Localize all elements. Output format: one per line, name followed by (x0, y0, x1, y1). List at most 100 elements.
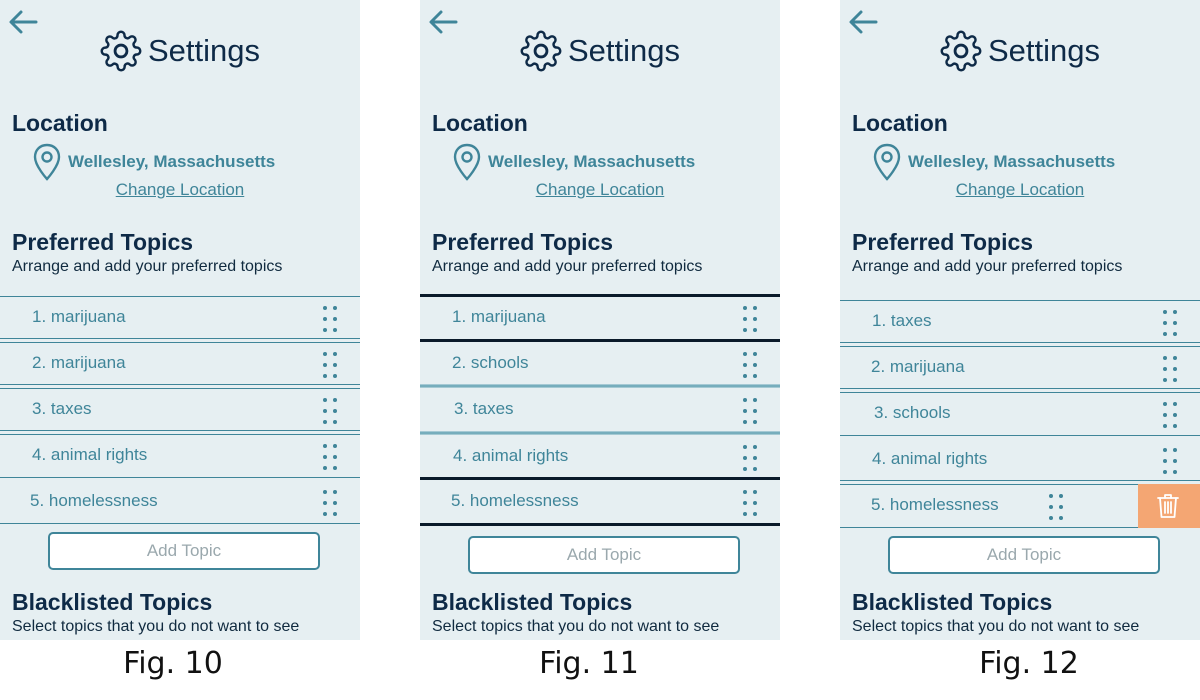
change-location-link[interactable]: Change Location (840, 180, 1200, 200)
divider (840, 435, 1200, 436)
blacklisted-topics-subtitle: Select topics that you do not want to se… (12, 618, 300, 635)
divider (420, 477, 780, 480)
drag-handle-icon[interactable] (1162, 447, 1178, 475)
preferred-topics-subtitle: Arrange and add your preferred topics (12, 258, 283, 275)
drag-handle-icon[interactable] (742, 444, 758, 472)
divider (0, 523, 360, 524)
drop-indicator (420, 384, 780, 388)
topic-label: 1. taxes (872, 311, 932, 330)
gear-icon (940, 30, 982, 72)
page-title: Settings (147, 33, 260, 68)
topic-row[interactable]: 3. taxes (0, 389, 360, 429)
gear-icon (100, 30, 142, 72)
trash-icon (1157, 494, 1179, 518)
divider (840, 388, 1200, 389)
drag-handle-icon[interactable] (1162, 309, 1178, 337)
topic-row[interactable]: 5. homelessness (0, 481, 360, 521)
location-pin-icon (873, 143, 901, 181)
divider (0, 338, 360, 339)
location-pin-icon (33, 143, 61, 181)
divider (840, 342, 1200, 343)
drag-handle-icon[interactable] (1048, 493, 1064, 521)
blacklisted-topics-subtitle: Select topics that you do not want to se… (432, 618, 720, 635)
topic-label: 4. animal rights (453, 446, 569, 465)
add-topic-button[interactable]: Add Topic (48, 532, 320, 570)
topic-label: 3. taxes (32, 399, 92, 418)
topic-label: 5. homelessness (871, 495, 999, 514)
change-location-link[interactable]: Change Location (0, 180, 360, 200)
drag-handle-icon[interactable] (1162, 401, 1178, 429)
topic-row[interactable]: 1. marijuana (0, 297, 360, 337)
topic-row[interactable]: 4. animal rights (840, 439, 1200, 479)
location-city: Wellesley, Massachusetts (68, 152, 276, 171)
location-heading: Location (12, 110, 108, 136)
figure-caption: Fig. 11 (539, 646, 639, 681)
location-heading: Location (852, 110, 948, 136)
topic-label: 2. marijuana (871, 357, 965, 376)
topic-row[interactable]: 5. homelessness (420, 481, 780, 521)
location-city: Wellesley, Massachusetts (488, 152, 696, 171)
page-title: Settings (987, 33, 1100, 68)
divider (840, 527, 1138, 528)
preferred-topics-subtitle: Arrange and add your preferred topics (852, 258, 1123, 275)
topic-label: 2. marijuana (32, 353, 126, 372)
delete-topic-button[interactable] (1138, 484, 1200, 528)
topic-label: 3. taxes (454, 399, 514, 418)
drag-handle-icon[interactable] (322, 351, 338, 379)
blacklisted-topics-heading: Blacklisted Topics (432, 589, 633, 615)
topic-row-dragging[interactable]: 3. taxes (420, 389, 780, 429)
preferred-topics-subtitle: Arrange and add your preferred topics (432, 258, 703, 275)
topic-label: 3. schools (874, 403, 951, 422)
preferred-topics-heading: Preferred Topics (12, 229, 194, 255)
page-header: Settings (420, 28, 780, 74)
topic-row[interactable]: 2. marijuana (0, 343, 360, 383)
divider (0, 430, 360, 431)
topic-row[interactable]: 1. taxes (840, 301, 1200, 341)
change-location-link[interactable]: Change Location (420, 180, 780, 200)
divider (0, 477, 360, 478)
preferred-topics-heading: Preferred Topics (432, 229, 614, 255)
drag-handle-icon[interactable] (742, 351, 758, 379)
drag-handle-icon[interactable] (322, 305, 338, 333)
divider (840, 480, 1200, 481)
blacklisted-topics-subtitle: Select topics that you do not want to se… (852, 618, 1140, 635)
topic-row[interactable]: 4. animal rights (420, 436, 780, 476)
topic-label: 5. homelessness (451, 491, 579, 510)
preferred-topics-heading: Preferred Topics (852, 229, 1034, 255)
topic-row[interactable]: 3. schools (840, 393, 1200, 433)
drag-handle-icon[interactable] (322, 397, 338, 425)
add-topic-button[interactable]: Add Topic (888, 536, 1160, 574)
divider (0, 384, 360, 385)
topic-row[interactable]: 4. animal rights (0, 435, 360, 475)
drag-handle-icon[interactable] (322, 489, 338, 517)
topic-row[interactable]: 2. marijuana (840, 347, 1200, 387)
topic-label: 1. marijuana (32, 307, 126, 326)
location-row: Wellesley, Massachusetts (872, 143, 1115, 181)
topic-label: 1. marijuana (452, 307, 546, 326)
figure-caption: Fig. 10 (123, 646, 223, 681)
page-header: Settings (0, 28, 360, 74)
location-row: Wellesley, Massachusetts (32, 143, 275, 181)
settings-screen-fig10: Settings Location Wellesley, Massachuset… (0, 0, 360, 640)
drag-handle-icon[interactable] (322, 443, 338, 471)
page-header: Settings (840, 28, 1200, 74)
drop-indicator (420, 431, 780, 435)
divider (420, 523, 780, 526)
location-pin-icon (453, 143, 481, 181)
divider (420, 339, 780, 342)
blacklisted-topics-heading: Blacklisted Topics (12, 589, 213, 615)
topic-row[interactable]: 1. marijuana (420, 297, 780, 337)
drag-handle-icon[interactable] (1162, 355, 1178, 383)
blacklisted-topics-heading: Blacklisted Topics (852, 589, 1053, 615)
topic-row[interactable]: 2. schools (420, 343, 780, 383)
drag-handle-icon[interactable] (742, 305, 758, 333)
figure-caption: Fig. 12 (979, 646, 1079, 681)
location-row: Wellesley, Massachusetts (452, 143, 695, 181)
drag-handle-icon[interactable] (742, 397, 758, 425)
add-topic-button[interactable]: Add Topic (468, 536, 740, 574)
location-heading: Location (432, 110, 528, 136)
drag-handle-icon[interactable] (742, 489, 758, 517)
topic-row-swiped[interactable]: 5. homelessness (840, 485, 1138, 525)
topic-label: 4. animal rights (872, 449, 988, 468)
location-city: Wellesley, Massachusetts (908, 152, 1116, 171)
